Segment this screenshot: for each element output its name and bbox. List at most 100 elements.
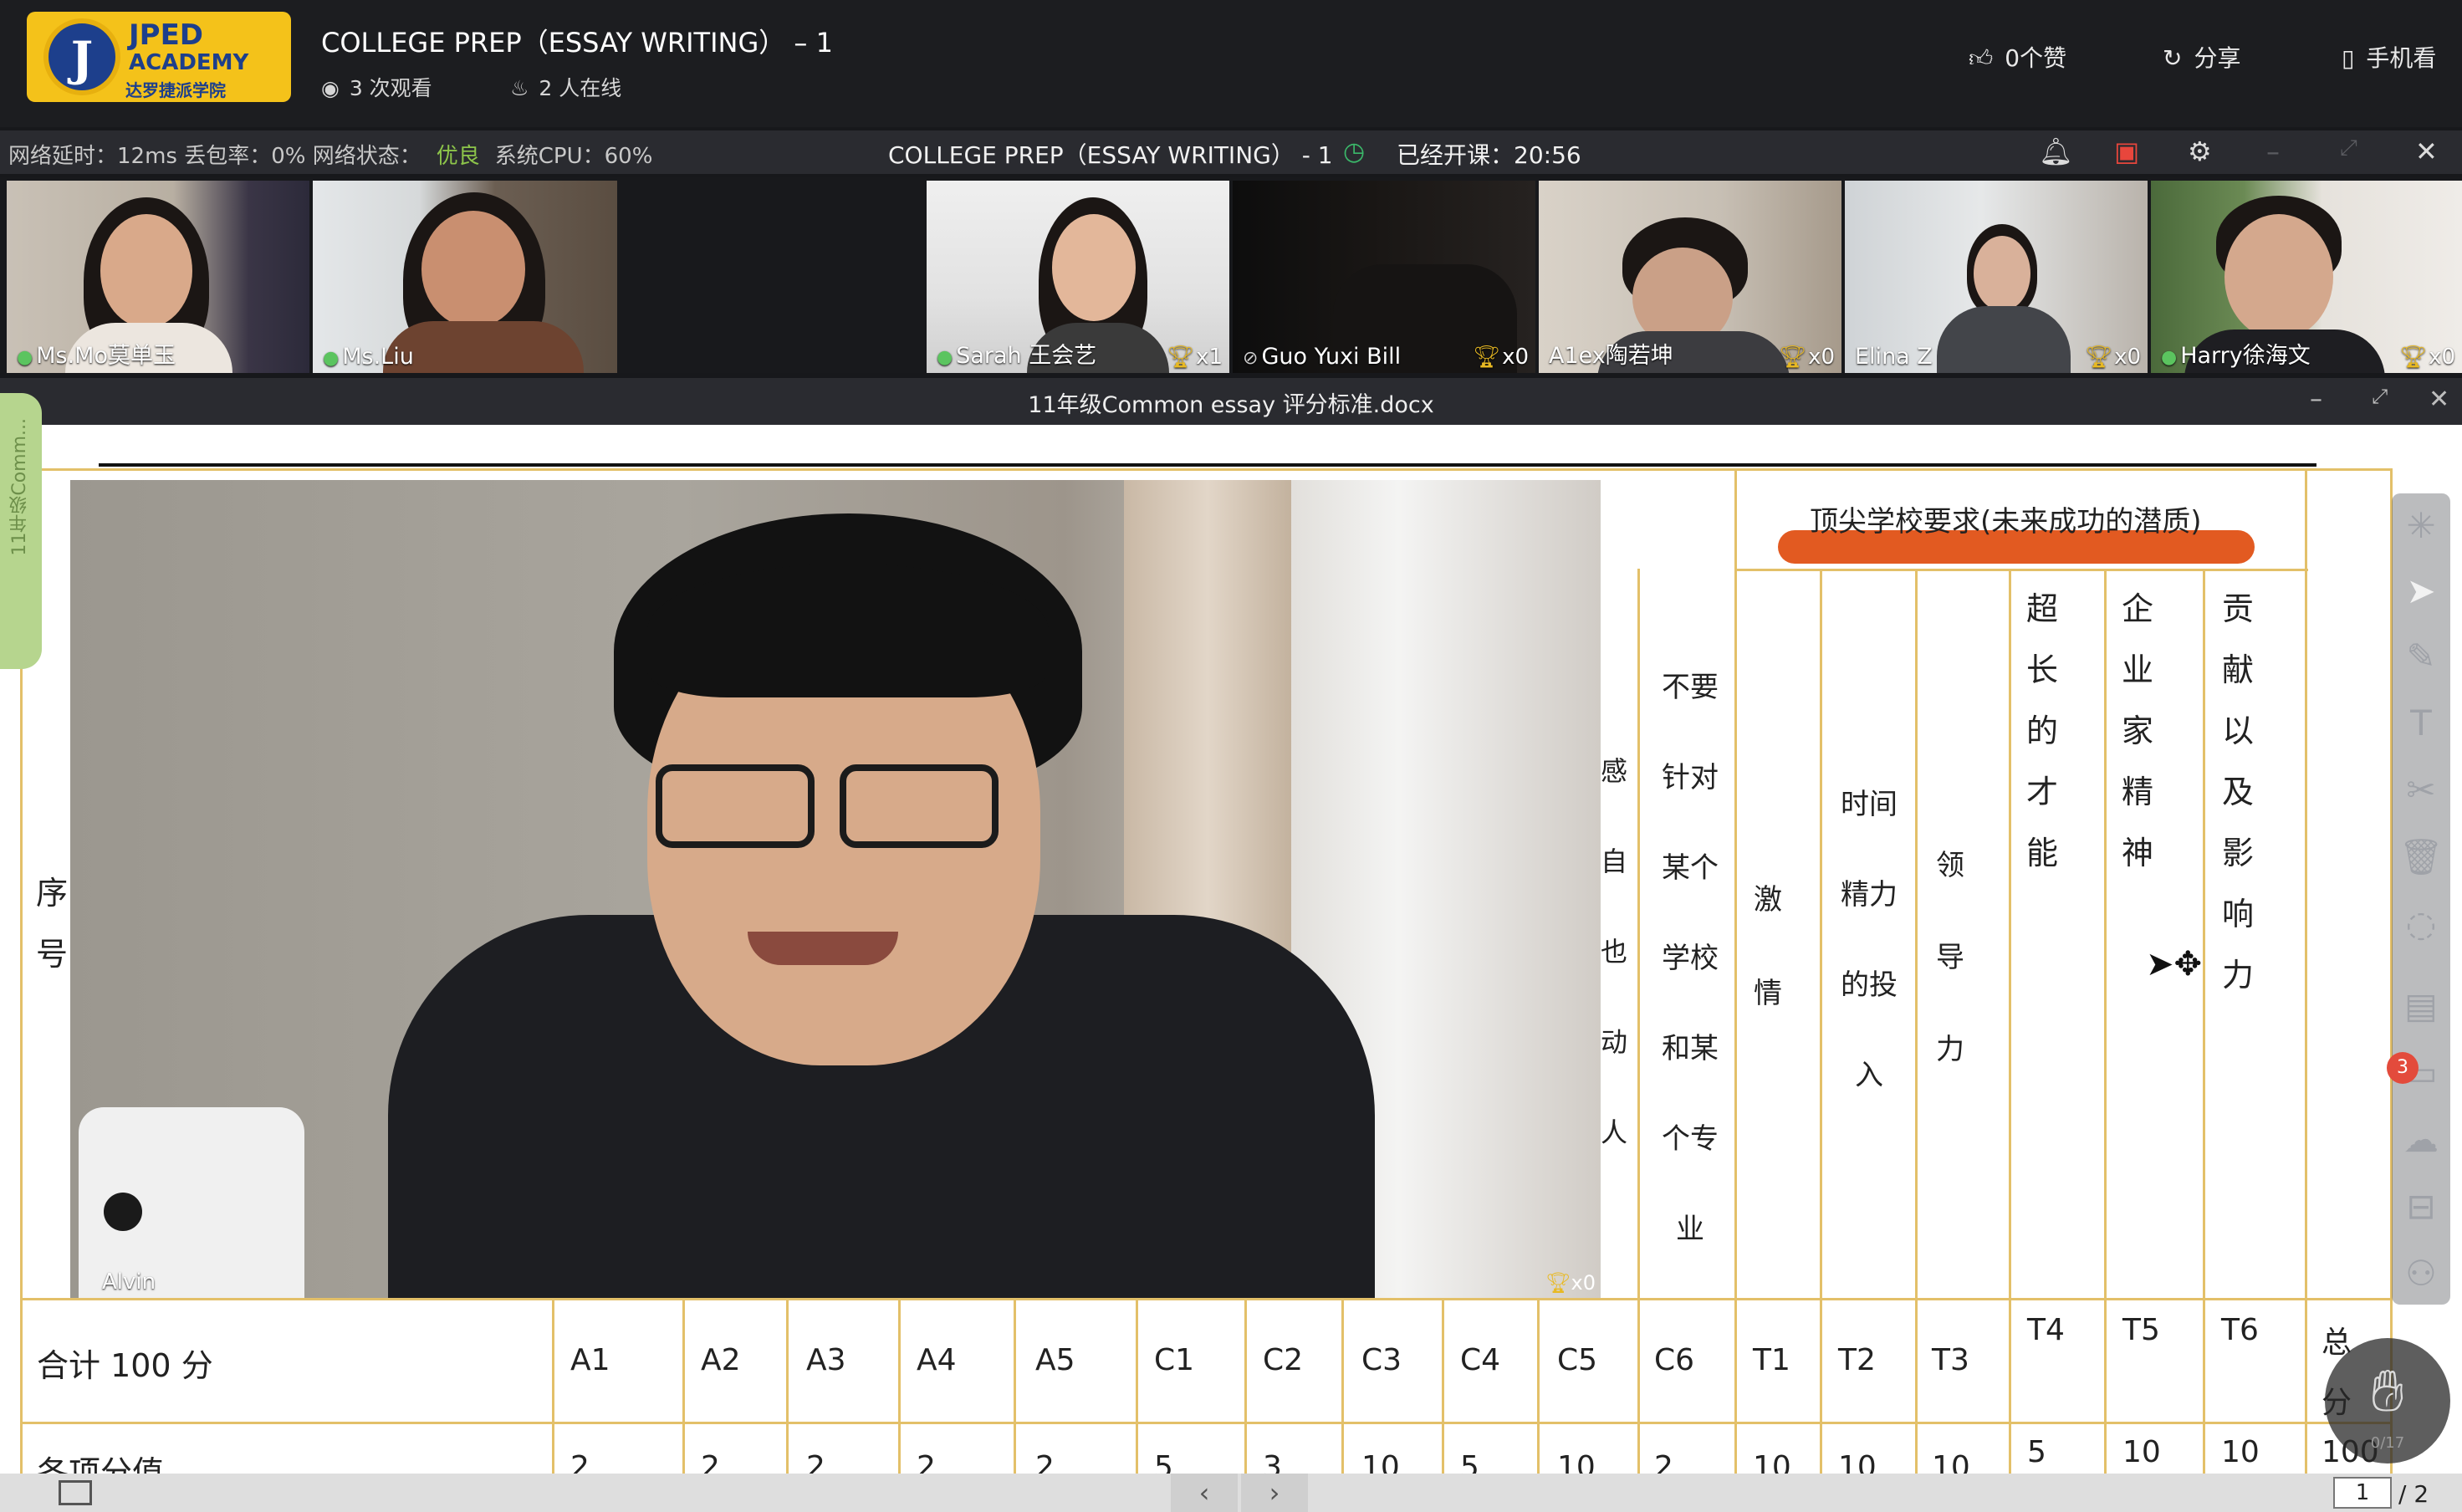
classroom-status-bar: 网络延时：12ms 丢包率：0% 网络状态： 优良 系统CPU：60% COLLEG… xyxy=(0,130,2462,174)
column-header-t6: 贡献以及影响力 xyxy=(2221,590,2254,994)
view-count: ◉ 3 次观看 xyxy=(321,76,432,100)
video-tile[interactable]: ● Ms.Mo莫单玉 xyxy=(7,181,309,373)
code-cell: A4 xyxy=(917,1343,957,1377)
participant-video-strip: ● Ms.Mo莫单玉 ● Ms.Liu ● Sarah 王会艺 🏆︎x1 ⊘ Guo Y… xyxy=(0,177,2462,373)
row-number-header: 序号 xyxy=(35,875,68,973)
trophy-count: x1 xyxy=(1196,345,1223,370)
scissors-icon[interactable]: ✂ xyxy=(2392,769,2450,810)
video-tile[interactable]: ● Harry徐海文 🏆︎x0 xyxy=(2151,181,2462,373)
code-cell: A2 xyxy=(701,1343,741,1377)
total-label: 合计 100 分 xyxy=(37,1347,213,1384)
trophy-icon: 🏆︎ xyxy=(1545,1271,1571,1295)
answer-card-icon[interactable]: ▤ xyxy=(2392,985,2450,1026)
document-side-tab[interactable]: 11年级Comm... xyxy=(0,393,42,669)
score-label: 各项分值 xyxy=(37,1454,165,1474)
code-cell: T3 xyxy=(1932,1343,1969,1377)
score-cell: 5 xyxy=(2027,1435,2046,1469)
participant-name: Ms.Mo莫单玉 xyxy=(36,343,176,369)
like-button[interactable]: 👍︎ 0个赞 xyxy=(1969,40,2066,74)
score-cell: 2 xyxy=(570,1450,590,1474)
record-icon[interactable]: ▣ xyxy=(2114,135,2139,167)
code-cell: C3 xyxy=(1361,1343,1402,1377)
document-pager-bar: ‹ › 1 / 2 xyxy=(0,1474,2462,1512)
trophy-count: x0 xyxy=(1502,345,1529,370)
code-cell: C2 xyxy=(1263,1343,1304,1377)
mobile-view-button[interactable]: ▯ 手机看 xyxy=(2342,40,2436,74)
top-school-header: 顶尖学校要求(未来成功的潜质) xyxy=(1810,505,2202,539)
score-cell: 3 xyxy=(1263,1450,1282,1474)
video-tile[interactable]: ⊘ Guo Yuxi Bill 🏆︎x0 xyxy=(1233,181,1535,373)
doc-close-icon[interactable]: ✕ xyxy=(2429,385,2449,414)
main-speaker-name: Alvin xyxy=(102,1269,156,1295)
online-count: ♨ 2 人在线 xyxy=(510,76,622,100)
maximize-icon[interactable]: ⤢ xyxy=(2340,135,2357,161)
laser-pointer-icon[interactable]: ✳ xyxy=(2392,505,2450,546)
trash-icon[interactable]: 🗑︎ xyxy=(2392,836,2450,878)
flame-icon: ♨ xyxy=(510,76,529,100)
score-cell: 2 xyxy=(1654,1450,1673,1474)
column-header-partial: 感自也动人 xyxy=(1600,755,1627,1148)
column-header-t3: 领导力 xyxy=(1936,849,1964,1066)
doc-maximize-icon[interactable]: ⤢ xyxy=(2372,385,2388,408)
cloud-icon[interactable]: ☁ xyxy=(2392,1119,2450,1160)
code-cell: A3 xyxy=(806,1343,846,1377)
score-cell: 10 xyxy=(1361,1450,1400,1474)
code-cell: T1 xyxy=(1753,1343,1790,1377)
score-cell: 2 xyxy=(1035,1450,1055,1474)
video-tile[interactable]: ● Ms.Liu xyxy=(313,181,617,373)
share-icon: ↻ xyxy=(2163,44,2183,72)
page-total: / 2 xyxy=(2398,1480,2429,1508)
trophy-icon: 🏆︎ xyxy=(2399,345,2428,370)
select-move-icon[interactable]: ➤ xyxy=(2392,570,2450,611)
close-icon[interactable]: ✕ xyxy=(2415,135,2438,167)
mic-icon: ● xyxy=(17,347,33,368)
text-icon[interactable]: T xyxy=(2392,702,2450,743)
next-page-button[interactable]: › xyxy=(1241,1474,1308,1512)
trophy-icon: 🏆︎ xyxy=(1167,345,1195,370)
score-cell: 2 xyxy=(806,1450,825,1474)
bell-icon[interactable]: 🔔︎ xyxy=(2039,135,2073,167)
score-cell: 2 xyxy=(701,1450,720,1474)
class-title: COLLEGE PREP（ESSAY WRITING） - 1 xyxy=(888,141,1333,169)
doc-minimize-icon[interactable]: – xyxy=(2310,385,2322,414)
eraser-icon[interactable]: ◌ xyxy=(2392,903,2450,944)
code-cell: T6 xyxy=(2221,1313,2259,1347)
share-button[interactable]: ↻ 分享 xyxy=(2163,40,2240,74)
trophy-icon: 🏆︎ xyxy=(1779,345,1807,370)
previous-page-button[interactable]: ‹ xyxy=(1171,1474,1238,1512)
code-cell: C1 xyxy=(1154,1343,1195,1377)
pen-icon[interactable]: ✎ xyxy=(2392,636,2450,677)
code-cell: C4 xyxy=(1460,1343,1501,1377)
video-tile[interactable]: A1ex陶若坤 🏆︎x0 xyxy=(1539,181,1841,373)
thumbnail-toggle-icon[interactable] xyxy=(59,1480,92,1505)
toolbox-icon[interactable]: ⊟ xyxy=(2392,1186,2450,1227)
raise-hand-button[interactable]: ✋︎ 0/17 xyxy=(2325,1338,2450,1463)
column-header-t5: 企业家精神 xyxy=(2121,590,2153,871)
column-header-t1: 激情 xyxy=(1754,883,1782,1010)
score-cell: 5 xyxy=(1460,1450,1479,1474)
document-filename: 11年级Common essay 评分标准.docx xyxy=(1028,392,1434,418)
phone-icon: ▯ xyxy=(2342,44,2355,72)
settings-gear-icon[interactable]: ⚙ xyxy=(2188,135,2212,167)
whiteboard-toolbar: ✳ ➤ ✎ T ✂ 🗑︎ ◌ ▤ ▭ ☁ ⊟ ⚇ xyxy=(2392,493,2450,1305)
notification-badge: 3 xyxy=(2387,1052,2419,1084)
video-tile[interactable]: ● Sarah 王会艺 🏆︎x1 xyxy=(927,181,1229,373)
mic-icon: ● xyxy=(323,348,340,369)
score-cell: 2 xyxy=(917,1450,936,1474)
thumbs-up-icon: 👍︎ xyxy=(1969,44,1994,72)
move-cursor-icon: ➤✥ xyxy=(2146,945,2203,983)
column-header-t4: 超长的才能 xyxy=(2025,590,2058,871)
score-cell: 10 xyxy=(2122,1435,2161,1469)
trophy-icon: 🏆︎ xyxy=(2085,345,2113,370)
participant-name: Ms.Liu xyxy=(342,344,414,370)
elapsed-time: 已经开课：20:56 xyxy=(1397,141,1581,169)
users-icon[interactable]: ⚇ xyxy=(2392,1253,2450,1294)
page-number-input[interactable]: 1 xyxy=(2333,1477,2392,1509)
score-cell: 10 xyxy=(2221,1435,2260,1469)
minimize-icon[interactable]: – xyxy=(2266,135,2280,167)
eye-icon: ◉ xyxy=(321,76,340,100)
app-header: J JPED ACADEMY 达罗捷派学院 COLLEGE PREP（ESSAY… xyxy=(0,0,2462,127)
score-cell: 10 xyxy=(1932,1450,1970,1474)
main-speaker-video[interactable]: Alvin 🏆︎x0 xyxy=(70,480,1601,1298)
video-tile[interactable]: Elina Z 🏆︎x0 xyxy=(1845,181,2148,373)
